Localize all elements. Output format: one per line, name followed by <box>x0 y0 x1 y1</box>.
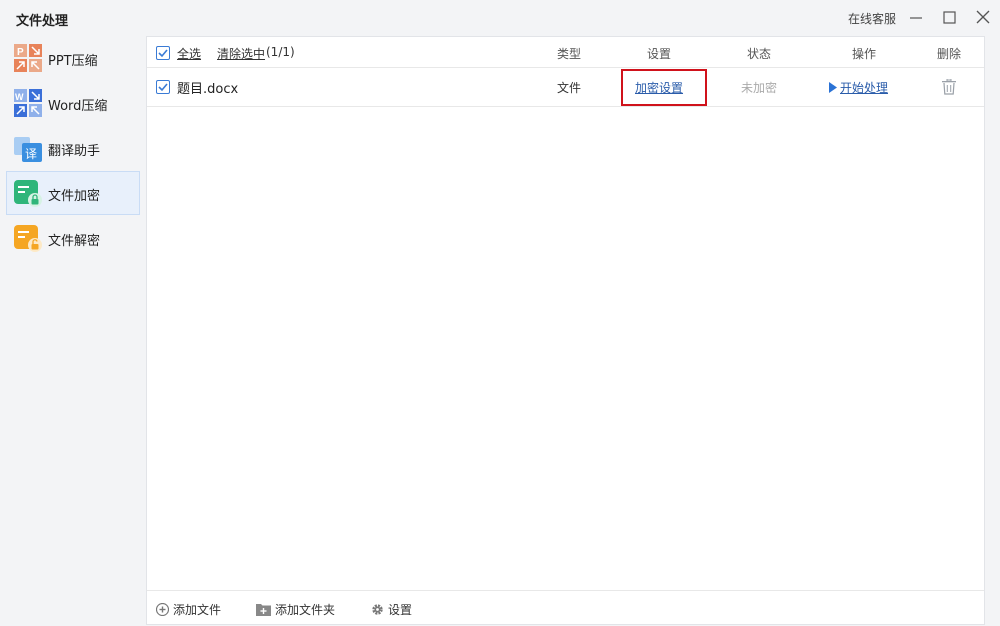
column-header-settings: 设置 <box>647 47 672 61</box>
start-processing-label: 开始处理 <box>840 81 889 95</box>
app-title: 文件处理 <box>16 14 69 29</box>
add-folder-button[interactable]: 添加文件夹 <box>256 601 335 618</box>
row-checkbox[interactable] <box>156 80 170 94</box>
minimize-icon[interactable] <box>904 6 928 30</box>
column-header-action: 操作 <box>852 47 877 61</box>
sidebar-item-translate[interactable]: 译 翻译助手 <box>6 126 140 170</box>
svg-text:P: P <box>17 47 24 58</box>
file-list-panel: 全选 清除选中 (1/1) 类型 设置 状态 操作 删除 题目.docx 文件 … <box>146 36 985 625</box>
gear-icon <box>372 604 383 615</box>
column-header-type: 类型 <box>557 47 582 61</box>
table-row[interactable]: 题目.docx 文件 加密设置 未加密 开始处理 <box>147 68 984 107</box>
sidebar-item-file-decrypt[interactable]: 文件解密 <box>6 216 140 260</box>
add-file-label: 添加文件 <box>173 603 222 617</box>
sidebar: P PPT压缩 W Word压缩 译 翻译助手 文件加密 文件解密 <box>6 36 141 252</box>
trash-icon[interactable] <box>942 78 956 95</box>
translate-icon: 译 <box>14 133 42 163</box>
start-processing-link[interactable]: 开始处理 <box>829 79 888 96</box>
column-header-status: 状态 <box>747 47 772 61</box>
settings-label: 设置 <box>388 603 413 617</box>
title-bar: 文件处理 在线客服 <box>0 0 1000 36</box>
svg-text:W: W <box>15 92 24 102</box>
footer-toolbar: 添加文件 添加文件夹 设置 <box>147 590 984 624</box>
select-all-link[interactable]: 全选 <box>177 45 201 62</box>
ppt-compress-icon: P <box>14 43 42 73</box>
sidebar-item-word-compress[interactable]: W Word压缩 <box>6 81 140 125</box>
close-icon[interactable] <box>971 6 995 30</box>
add-folder-label: 添加文件夹 <box>275 603 336 617</box>
selection-count: (1/1) <box>266 45 295 59</box>
status-text: 未加密 <box>741 81 778 95</box>
add-circle-icon <box>156 603 169 616</box>
svg-text:译: 译 <box>25 147 37 161</box>
sidebar-item-label: 文件加密 <box>48 189 101 204</box>
word-compress-icon: W <box>14 88 42 118</box>
sidebar-item-file-encrypt[interactable]: 文件加密 <box>6 171 140 215</box>
select-all-checkbox[interactable] <box>156 46 170 60</box>
sidebar-item-label: Word压缩 <box>48 99 108 114</box>
play-icon <box>829 82 837 93</box>
column-header-delete: 删除 <box>937 47 962 61</box>
online-support-link[interactable]: 在线客服 <box>848 10 896 27</box>
sidebar-item-ppt-compress[interactable]: P PPT压缩 <box>6 36 140 80</box>
sidebar-item-label: 翻译助手 <box>48 144 101 159</box>
maximize-icon[interactable] <box>937 6 961 30</box>
sidebar-item-label: 文件解密 <box>48 234 101 249</box>
add-folder-icon <box>256 604 271 616</box>
table-header: 全选 清除选中 (1/1) 类型 设置 状态 操作 删除 <box>147 37 984 68</box>
sidebar-item-label: PPT压缩 <box>48 54 98 69</box>
encrypt-settings-link[interactable]: 加密设置 <box>635 79 683 96</box>
file-type: 文件 <box>557 81 582 95</box>
clear-selection-link[interactable]: 清除选中 <box>217 45 265 62</box>
file-decrypt-icon <box>14 223 42 253</box>
file-encrypt-icon <box>14 178 42 208</box>
settings-button[interactable]: 设置 <box>371 601 412 618</box>
add-file-button[interactable]: 添加文件 <box>156 601 221 618</box>
file-name: 题目.docx <box>177 82 239 97</box>
